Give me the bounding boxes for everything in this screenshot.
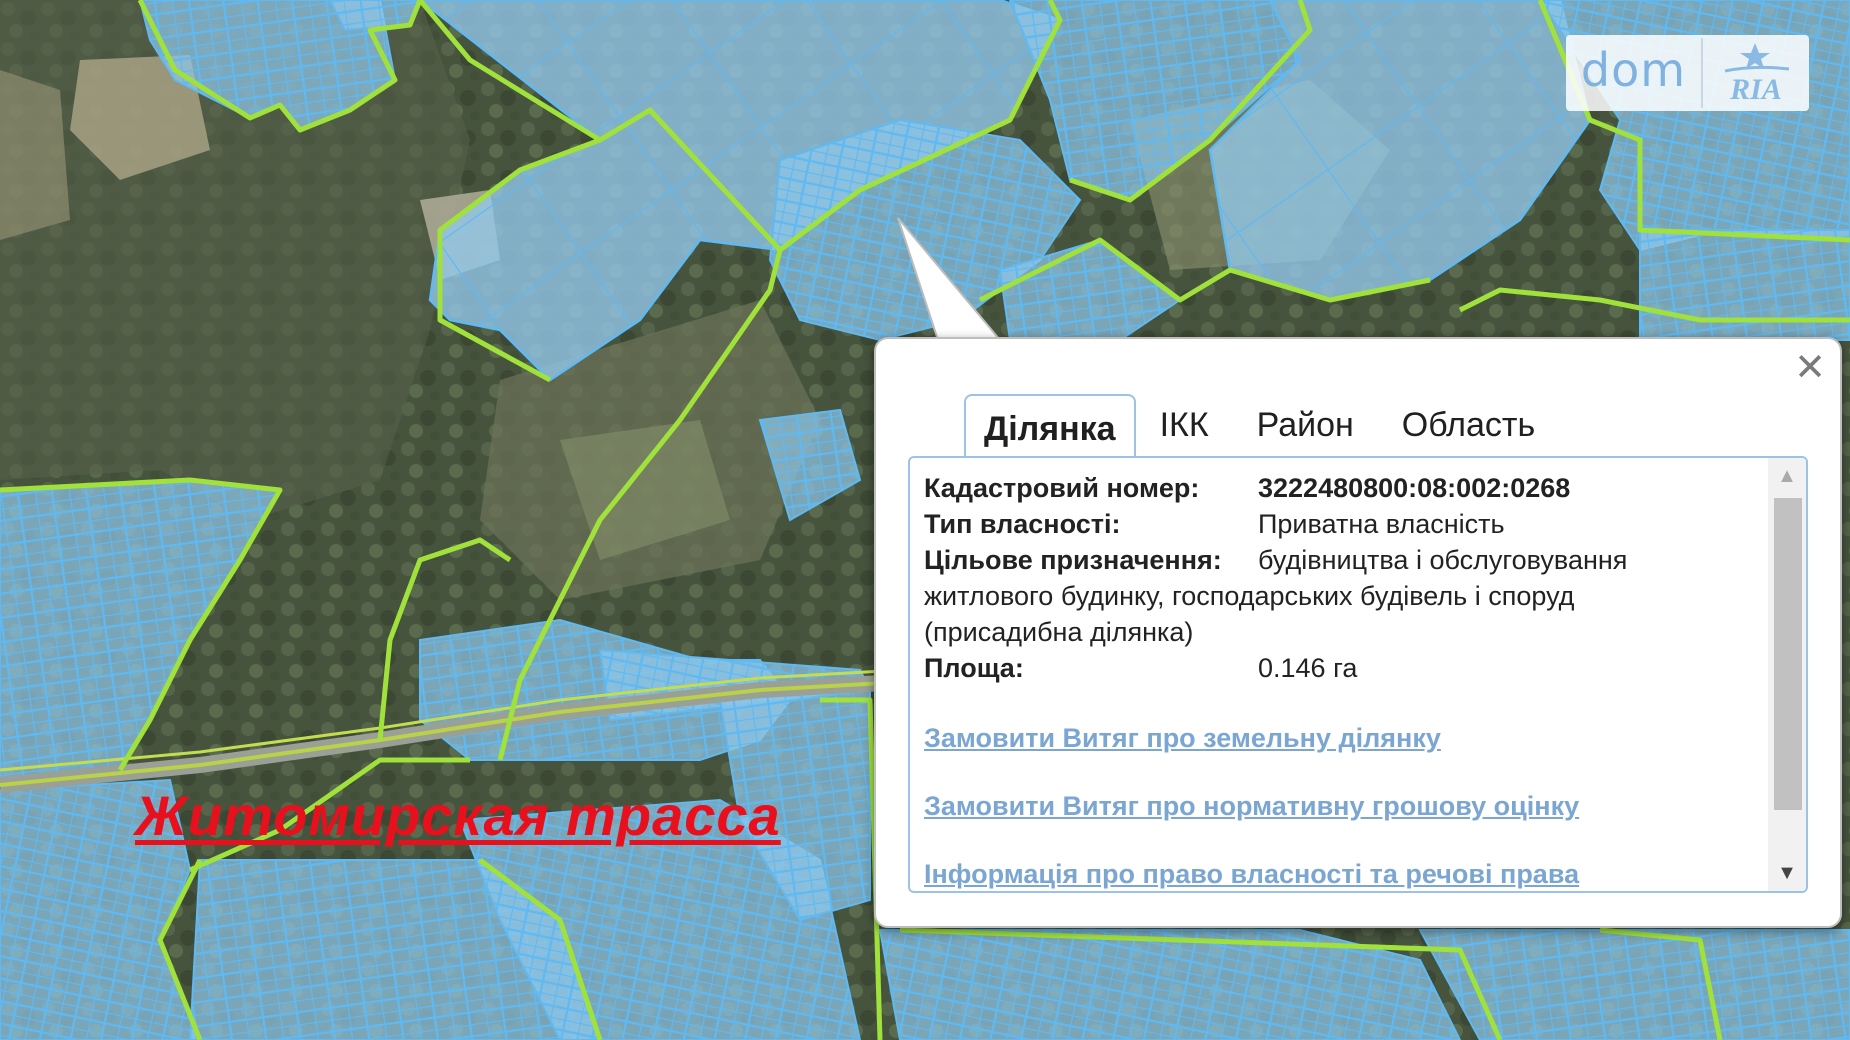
- purpose-label: Цільове призначення:: [924, 545, 1222, 575]
- purpose-value-continuation: житлового будинку, господарських будівел…: [924, 581, 1575, 647]
- ria-logo-icon: RIA: [1724, 43, 1790, 106]
- popup-tabs: Ділянка ІКК Район Область: [964, 393, 1559, 460]
- parcel-links: Замовити Витяг про земельну ділянку Замо…: [924, 722, 1579, 891]
- area-value: 0.146 га: [1258, 653, 1358, 683]
- area-label: Площа:: [924, 653, 1024, 683]
- road-label: Житомирская трасса: [135, 784, 781, 847]
- scroll-thumb[interactable]: [1774, 498, 1802, 810]
- tab-ikk[interactable]: ІКК: [1136, 398, 1233, 458]
- cadastral-number: 3222480800:08:002:0268: [1258, 473, 1571, 503]
- order-valuation-extract-link[interactable]: Замовити Витяг про нормативну грошову оц…: [924, 790, 1579, 822]
- ownership-value: Приватна власність: [1258, 509, 1505, 539]
- parcel-info-panel: Кадастровий номер: 3222480800:08:002:026…: [908, 456, 1808, 893]
- parcel-info: Кадастровий номер: 3222480800:08:002:026…: [924, 470, 1764, 686]
- order-parcel-extract-link[interactable]: Замовити Витяг про земельну ділянку: [924, 722, 1579, 754]
- scroll-down-arrow-icon[interactable]: ▼: [1768, 855, 1806, 891]
- scroll-up-arrow-icon[interactable]: ▲: [1768, 458, 1806, 494]
- ownership-rights-info-link[interactable]: Інформація про право власності та речові…: [924, 858, 1579, 890]
- watermark-logo: dom RIA: [1566, 35, 1809, 111]
- close-button[interactable]: ✕: [1790, 349, 1830, 389]
- cadastral-label: Кадастровий номер:: [924, 473, 1200, 503]
- tab-region[interactable]: Область: [1378, 398, 1559, 458]
- ownership-label: Тип власності:: [924, 509, 1121, 539]
- parcel-info-popup: ✕ Ділянка ІКК Район Область Кадастровий …: [874, 337, 1842, 928]
- ownership-row: Тип власності: Приватна власність: [924, 506, 1764, 542]
- area-row: Площа: 0.146 га: [924, 650, 1764, 686]
- purpose-row: Цільове призначення: будівництва і обслу…: [924, 542, 1764, 578]
- watermark-text-dom: dom: [1580, 43, 1687, 97]
- watermark-text-ria: RIA: [1729, 73, 1782, 106]
- panel-scrollbar[interactable]: ▲ ▼: [1768, 458, 1806, 891]
- tab-district[interactable]: Район: [1233, 398, 1378, 458]
- tab-parcel[interactable]: Ділянка: [964, 394, 1136, 460]
- purpose-value-line1: будівництва і обслуговування: [1258, 545, 1628, 575]
- cadastral-row: Кадастровий номер: 3222480800:08:002:026…: [924, 470, 1764, 506]
